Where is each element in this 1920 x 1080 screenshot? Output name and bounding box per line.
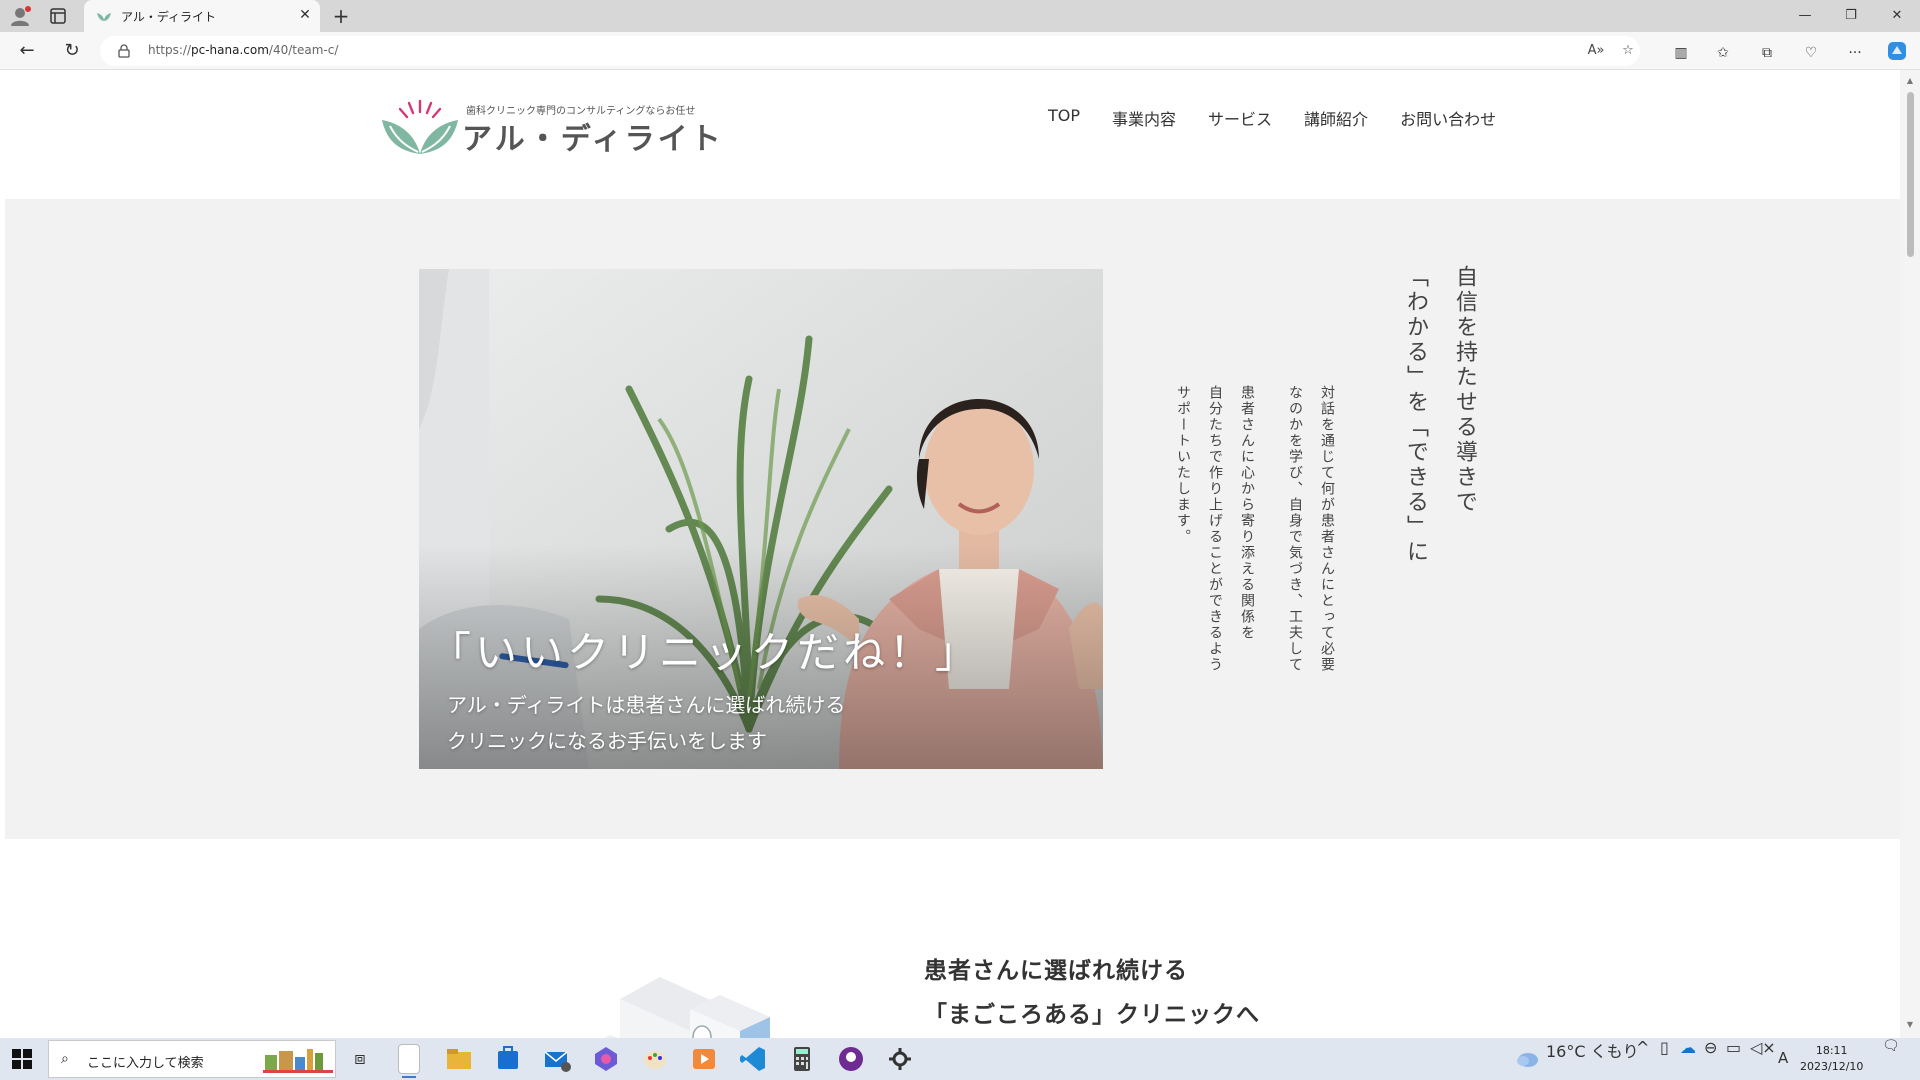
volume-muted-icon[interactable]: ◁×: [1750, 1038, 1776, 1057]
hero-caption-sub: アル・ディライトは患者さんに選ばれ続ける クリニックになるお手伝いをします: [447, 687, 845, 759]
task-view-icon[interactable]: ⧈: [345, 1044, 375, 1074]
media-player-icon[interactable]: [689, 1044, 719, 1074]
scroll-up-arrow-icon[interactable]: ▲: [1905, 76, 1915, 86]
browser-tab-strip: アル・ディライト ✕ + — ❐ ✕: [0, 0, 1920, 32]
windows-start-icon[interactable]: [12, 1049, 32, 1069]
tab-title: アル・ディライト: [121, 10, 217, 24]
file-explorer-icon[interactable]: [444, 1044, 474, 1074]
close-window-button[interactable]: ✕: [1874, 0, 1920, 32]
page-scrollbar[interactable]: ▲ ▼: [1900, 70, 1920, 1038]
hero-heading-line-1: 自信を持たせる導きで: [1452, 265, 1477, 515]
github-desktop-icon[interactable]: [836, 1044, 866, 1074]
show-hidden-icons-icon[interactable]: ^: [1636, 1038, 1649, 1057]
url-text[interactable]: https://pc-hana.com/40/team-c/: [148, 43, 338, 57]
weather-text[interactable]: 16°C くもり: [1546, 1038, 1639, 1062]
hero-section: 「いいクリニックだね！」 アル・ディライトは患者さんに選ばれ続ける クリニックに…: [5, 199, 1900, 839]
device-icon[interactable]: ▯: [1660, 1038, 1669, 1057]
hero-caption-sub-line-1: アル・ディライトは患者さんに選ばれ続ける: [447, 693, 846, 717]
paint-app-icon[interactable]: [640, 1044, 670, 1074]
active-tab[interactable]: アル・ディライト ✕: [84, 0, 320, 32]
clinic-building-illustration: [603, 977, 770, 1038]
hero-caption-main: 「いいクリニックだね！」: [429, 628, 982, 677]
scrollbar-thumb[interactable]: [1907, 92, 1914, 257]
back-button[interactable]: ←: [14, 38, 40, 64]
favorites-icon[interactable]: ✩: [1712, 42, 1734, 64]
ime-indicator[interactable]: A: [1778, 1049, 1788, 1067]
logo-name: アル・ディライト: [462, 122, 724, 157]
copilot-app-icon[interactable]: [591, 1044, 621, 1074]
read-aloud-icon[interactable]: A»: [1586, 41, 1606, 61]
hero-body-line-5: サポートいたします。: [1175, 385, 1191, 545]
taskbar-search-box[interactable]: ⌕ ここに入力して検索: [48, 1040, 336, 1078]
nav-contact[interactable]: お問い合わせ: [1400, 106, 1496, 130]
scroll-down-arrow-icon[interactable]: ▼: [1905, 1020, 1915, 1030]
mail-icon[interactable]: [542, 1044, 572, 1074]
vscode-icon[interactable]: [738, 1044, 768, 1074]
section-title-line-2: 「まごころある」クリニックへ: [924, 1002, 1260, 1028]
nav-instructors[interactable]: 講師紹介: [1304, 106, 1368, 130]
notepad-app-icon[interactable]: [398, 1044, 420, 1078]
microsoft-store-icon[interactable]: [493, 1044, 523, 1074]
web-page: 歯科クリニック専門のコンサルティングならお任せ アル・ディライト TOP 事業内…: [0, 70, 1900, 1038]
tab-actions-icon[interactable]: [50, 8, 66, 24]
hero-heading-line-2: 「わかる」を「できる」に: [1403, 265, 1428, 565]
search-placeholder: ここに入力して検索: [87, 1056, 204, 1071]
hero-body-line-4: 自分たちで作り上げることができるよう: [1207, 385, 1223, 673]
site-header: 歯科クリニック専門のコンサルティングならお任せ アル・ディライト TOP 事業内…: [0, 70, 1900, 199]
search-highlight-illustration-icon: [263, 1049, 333, 1073]
nav-top[interactable]: TOP: [1048, 106, 1080, 130]
profile-icon[interactable]: [10, 6, 32, 26]
hero-body-line-1: 対話を通じて何が患者さんにとって必要: [1319, 385, 1335, 673]
restore-button[interactable]: ❐: [1828, 0, 1874, 32]
section-clinic-intro: 患者さんに選ばれ続ける 「まごころある」クリニックへ: [0, 839, 1900, 1038]
address-toolbar: ← ↻ https://pc-hana.com/40/team-c/ A» ☆ …: [0, 32, 1920, 70]
nav-business[interactable]: 事業内容: [1112, 106, 1176, 130]
hero-caption-sub-line-2: クリニックになるお手伝いをします: [447, 729, 767, 753]
site-logo[interactable]: 歯科クリニック専門のコンサルティングならお任せ アル・ディライト: [380, 98, 721, 158]
copilot-icon[interactable]: [1886, 40, 1908, 62]
lock-icon[interactable]: [118, 44, 130, 58]
clock-date: 2023/12/10: [1800, 1060, 1864, 1073]
notifications-icon[interactable]: 🗨: [1882, 1038, 1900, 1054]
search-icon: ⌕: [61, 1051, 69, 1067]
logo-leaf-icon: [382, 99, 458, 154]
taskbar-clock[interactable]: 18:11 2023/12/10: [1800, 1043, 1863, 1075]
onedrive-icon[interactable]: ☁: [1680, 1038, 1696, 1057]
new-tab-button[interactable]: +: [330, 5, 352, 27]
close-tab-icon[interactable]: ✕: [296, 6, 314, 24]
site-favicon-icon: [97, 13, 111, 21]
network-icon[interactable]: ▭: [1726, 1038, 1741, 1057]
settings-gear-icon[interactable]: [885, 1044, 915, 1074]
storage-icon[interactable]: ⊖: [1704, 1038, 1717, 1057]
section-title-line-1: 患者さんに選ばれ続ける: [924, 958, 1188, 984]
browser-essentials-icon[interactable]: ♡: [1800, 42, 1822, 64]
weather-cloud-icon[interactable]: [1514, 1046, 1540, 1070]
minimize-button[interactable]: —: [1782, 0, 1828, 32]
calculator-icon[interactable]: [787, 1044, 817, 1074]
more-menu-icon[interactable]: ···: [1844, 42, 1866, 64]
refresh-button[interactable]: ↻: [59, 38, 85, 64]
split-screen-icon[interactable]: ▥: [1670, 42, 1692, 64]
global-nav: TOP 事業内容 サービス 講師紹介 お問い合わせ: [1048, 106, 1528, 130]
nav-services[interactable]: サービス: [1208, 106, 1272, 130]
section-title: 患者さんに選ばれ続ける 「まごころある」クリニックへ: [924, 949, 1260, 1037]
windows-taskbar: ⌕ ここに入力して検索 ⧈ 16°C くもり ^ ▯ ☁ ⊖ ▭ ◁× A 18…: [0, 1038, 1920, 1080]
hero-photo: 「いいクリニックだね！」 アル・ディライトは患者さんに選ばれ続ける クリニックに…: [419, 269, 1103, 769]
collections-icon[interactable]: ⧉: [1756, 42, 1778, 64]
hero-body-line-2: なのかを学び、自身で気づき、工夫して: [1287, 385, 1303, 673]
address-bar[interactable]: https://pc-hana.com/40/team-c/ A» ☆: [100, 36, 1640, 66]
hero-body-line-3: 患者さんに心から寄り添える関係を: [1239, 385, 1255, 641]
favorite-star-icon[interactable]: ☆: [1618, 41, 1638, 61]
clock-time: 18:11: [1815, 1044, 1848, 1057]
